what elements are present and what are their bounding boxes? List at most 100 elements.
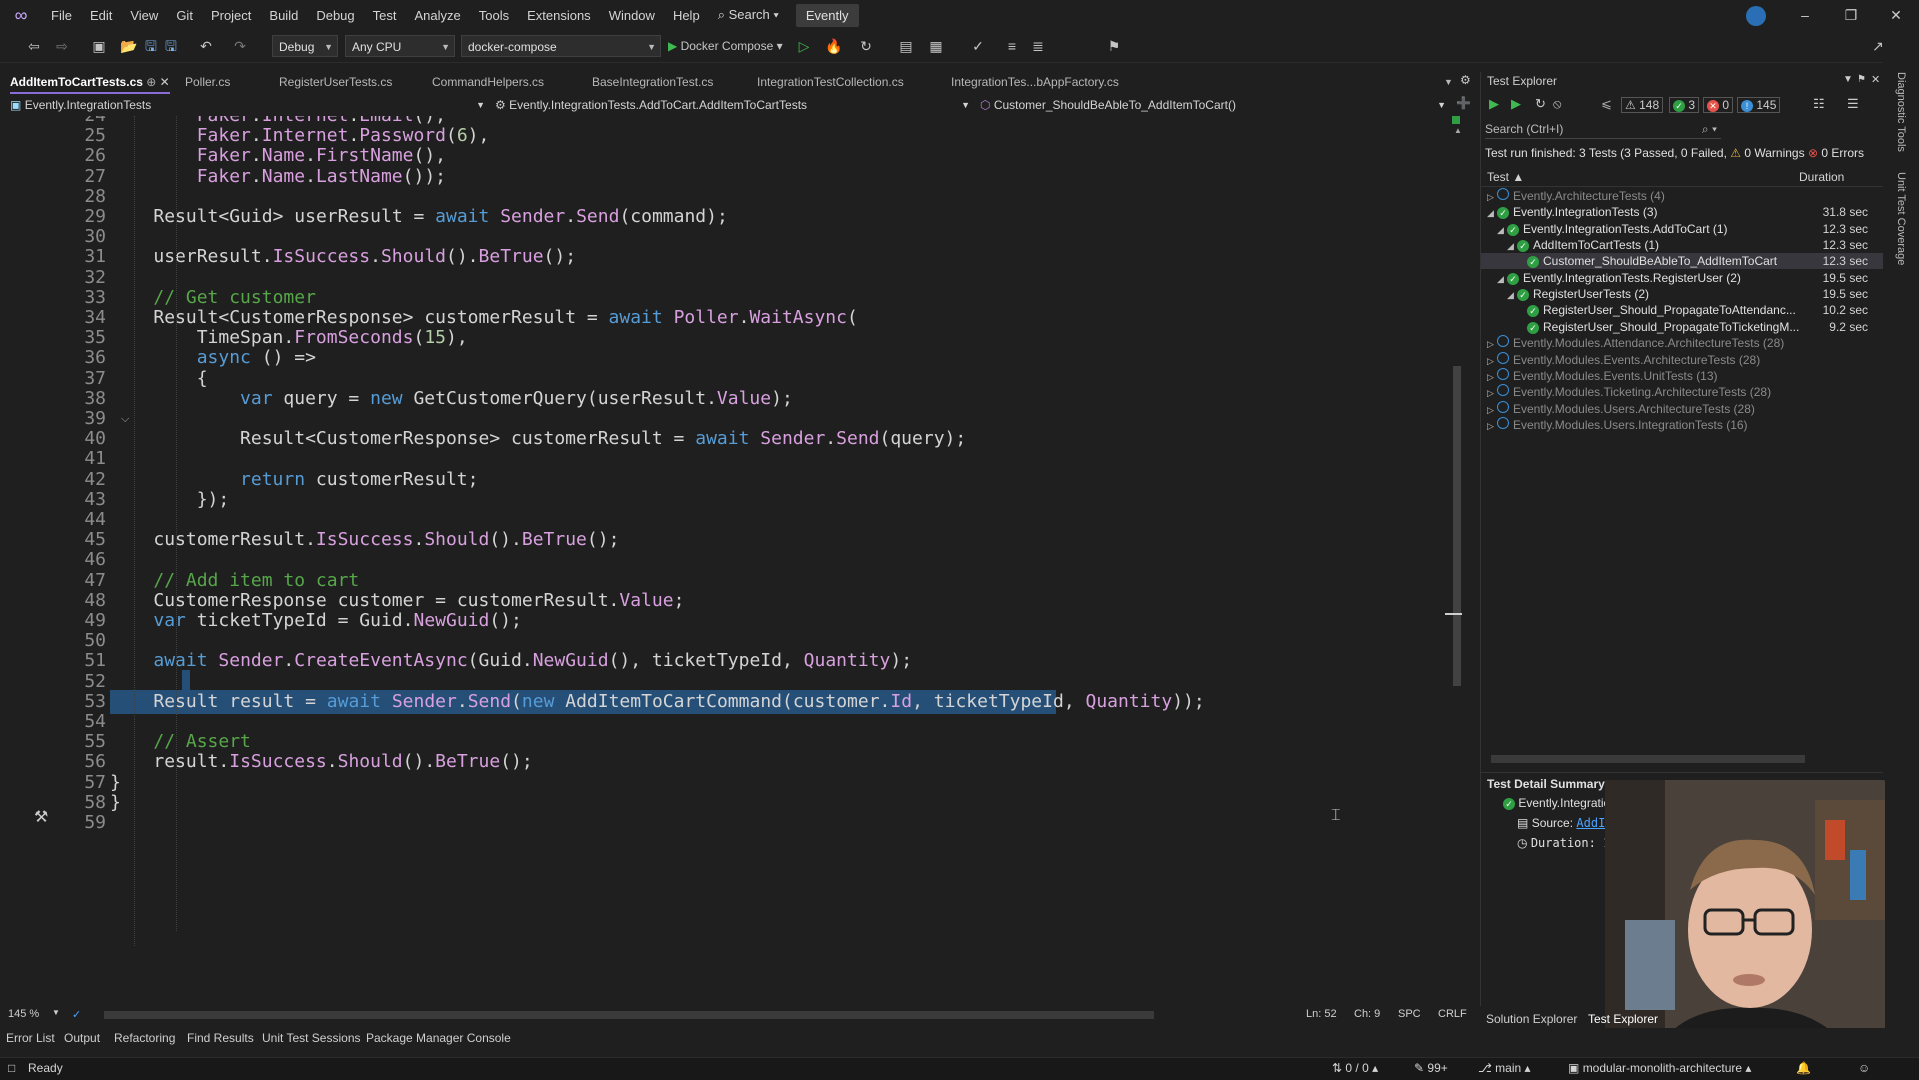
test-tree-row[interactable]: ◢ ✓ Evently.IntegrationTests (3) 31.8 sec [1481, 204, 1884, 220]
expanded-chevron-icon[interactable]: ◢ [1487, 205, 1497, 221]
quick-actions-hammer-icon[interactable]: ⚒ [34, 807, 48, 827]
expanded-chevron-icon[interactable]: ◢ [1497, 271, 1507, 287]
errors-text[interactable]: 0 Errors [1821, 146, 1864, 160]
total-tests-badge[interactable]: ⚠ 148 [1621, 97, 1664, 113]
split-icon[interactable]: ➕ [1456, 96, 1471, 110]
health-icon[interactable]: ✓ [72, 1008, 81, 1021]
close-panel-icon[interactable]: ✕ [1871, 73, 1880, 86]
test-tree-row[interactable]: ▷ Evently.Modules.Ticketing.ArchitectureT… [1481, 384, 1884, 400]
tab-baseintegrationtest[interactable]: BaseIntegrationTest.cs [592, 72, 713, 92]
test-tree-row[interactable]: ◢ ✓ RegisterUserTests (2) 19.5 sec [1481, 286, 1884, 302]
collapsed-chevron-icon[interactable]: ▷ [1487, 385, 1497, 401]
back-icon[interactable]: ⇦ [20, 36, 48, 56]
test-tree-row[interactable]: ▷ Evently.Modules.Events.UnitTests (13) [1481, 367, 1884, 385]
menu-extensions[interactable]: Extensions [518, 8, 600, 23]
scroll-up-icon[interactable]: ▲ [1454, 126, 1462, 135]
settings-gear-icon[interactable]: ⚙ [1460, 73, 1471, 87]
menu-test[interactable]: Test [364, 8, 406, 23]
feedback-icon[interactable]: ☺ [1858, 1061, 1870, 1075]
test-tree-row[interactable]: ✓ RegisterUser_Should_PropagateToTicketin… [1481, 319, 1884, 335]
expanded-chevron-icon[interactable]: ◢ [1507, 238, 1517, 254]
playlist-icon[interactable]: ☷ [1813, 96, 1825, 112]
test-tree-row[interactable]: ◢ ✓ AddItemToCartTests (1) 12.3 sec [1481, 237, 1884, 253]
member-dropdown[interactable]: ⬡ Customer_ShouldBeAbleTo_AddItemToCart(… [980, 96, 1446, 114]
column-duration[interactable]: Duration [1799, 170, 1844, 184]
pin-icon[interactable]: ⊕ [146, 75, 156, 89]
search-icon[interactable]: ⌕ ▾ [1702, 120, 1717, 138]
project-dropdown[interactable]: ▣ Evently.IntegrationTests ▼ [10, 96, 485, 114]
open-icon[interactable]: 📂 [120, 36, 138, 56]
menu-window[interactable]: Window [600, 8, 664, 23]
test-tree-row[interactable]: ▷ Evently.Modules.Users.IntegrationTests … [1481, 416, 1884, 434]
tab-list-dropdown-icon[interactable]: ▼ [1444, 72, 1453, 92]
menu-view[interactable]: View [121, 8, 167, 23]
start-without-debug-icon[interactable]: ▷ [796, 36, 812, 56]
bookmark-icon[interactable]: ⚑ [1106, 36, 1122, 56]
collapsed-chevron-icon[interactable]: ▷ [1487, 402, 1497, 418]
close-window-icon[interactable]: ✕ [1873, 0, 1919, 30]
restore-icon[interactable]: ❐ [1828, 0, 1874, 30]
tab-commandhelpers[interactable]: CommandHelpers.cs [432, 72, 544, 92]
layout-icon[interactable]: ▦ [926, 36, 946, 56]
menu-edit[interactable]: Edit [81, 8, 121, 23]
test-tree-row[interactable]: ✓ RegisterUser_Should_PropagateToAttendan… [1481, 302, 1884, 318]
zoom-dropdown-icon[interactable]: ▼ [52, 1008, 60, 1017]
collapsed-chevron-icon[interactable]: ▷ [1487, 336, 1497, 352]
save-all-icon[interactable]: 🖫 [162, 36, 180, 56]
menu-debug[interactable]: Debug [307, 8, 363, 23]
test-tree-row[interactable]: ▷ Evently.ArchitectureTests (4) [1481, 188, 1884, 204]
collapse-chevron-icon[interactable]: ⌵ [121, 414, 132, 425]
column-test[interactable]: Test ▲ [1487, 170, 1524, 184]
scrollbar-thumb[interactable] [1453, 366, 1461, 686]
class-dropdown[interactable]: ⚙ Evently.IntegrationTests.AddToCart.Add… [495, 96, 970, 114]
outdent-icon[interactable]: ≡ [1004, 36, 1020, 56]
collapsed-chevron-icon[interactable]: ▷ [1487, 369, 1497, 385]
git-changes[interactable]: ⇅ 0 / 0 ▴ [1332, 1061, 1378, 1075]
notrun-tests-badge[interactable]: ! 145 [1737, 97, 1781, 113]
horizontal-scrollbar[interactable] [104, 1011, 1154, 1019]
tab-integrationtestcollection[interactable]: IntegrationTestCollection.cs [757, 72, 904, 92]
tab-package-manager-console[interactable]: Package Manager Console [366, 1031, 511, 1045]
menu-file[interactable]: File [42, 8, 81, 23]
minimize-icon[interactable]: – [1782, 0, 1828, 30]
tab-error-list[interactable]: Error List [6, 1031, 55, 1045]
pending-edits[interactable]: ✎ 99+ [1414, 1061, 1448, 1075]
collapsed-chevron-icon[interactable]: ▷ [1487, 418, 1497, 434]
run-icon[interactable]: ▶ [1511, 96, 1521, 112]
passed-tests-badge[interactable]: ✓ 3 [1669, 97, 1700, 113]
test-tree-row[interactable]: ▷ Evently.Modules.Users.ArchitectureTests… [1481, 400, 1884, 418]
run-button[interactable]: ▶ Docker Compose ▾ [668, 36, 788, 56]
tab-unit-test-sessions[interactable]: Unit Test Sessions [262, 1031, 361, 1045]
group-by-icon[interactable]: ☰ [1847, 96, 1859, 112]
filter-icon[interactable]: ⩽ [1601, 96, 1612, 112]
expanded-chevron-icon[interactable]: ◢ [1497, 222, 1507, 238]
whitespace-mode[interactable]: SPC [1398, 1008, 1421, 1020]
expanded-chevron-icon[interactable]: ◢ [1507, 287, 1517, 303]
browser-icon[interactable]: ▤ [898, 36, 914, 56]
save-icon[interactable]: 🖫 [142, 36, 160, 56]
test-tree-row[interactable]: ▷ Evently.Modules.Events.ArchitectureTest… [1481, 351, 1884, 368]
failed-tests-badge[interactable]: ✕ 0 [1703, 97, 1734, 113]
solution-name-badge[interactable]: Evently [795, 3, 859, 27]
tree-horizontal-scrollbar[interactable] [1491, 755, 1805, 763]
cancel-run-icon[interactable]: ⦸ [1553, 96, 1561, 112]
pin-panel-icon[interactable]: ⚑ [1857, 74, 1866, 85]
tab-additemtocarttests[interactable]: AddItemToCartTests.cs ⊕ ✕ [10, 72, 170, 94]
undo-icon[interactable]: ↶ [196, 36, 216, 56]
menu-tools[interactable]: Tools [470, 8, 518, 23]
unit-test-coverage-tab[interactable]: Unit Test Coverage [1895, 172, 1907, 265]
test-tree-row[interactable]: ✓ Customer_ShouldBeAbleTo_AddItemToCart 12… [1481, 253, 1884, 270]
platform-select[interactable]: Any CPU ▼ [345, 35, 455, 57]
code-editor[interactable]: 24 Faker.Internet.Email(),25 Faker.Inter… [0, 116, 1462, 1006]
test-search-input[interactable]: Search (Ctrl+I) ⌕ ▾ [1485, 120, 1721, 139]
menu-project[interactable]: Project [202, 8, 260, 23]
close-tab-icon[interactable]: ✕ [160, 75, 170, 89]
tab-refactoring[interactable]: Refactoring [114, 1031, 175, 1045]
line-ending[interactable]: CRLF [1438, 1008, 1467, 1020]
warnings-text[interactable]: 0 Warnings [1744, 146, 1804, 160]
refresh-icon[interactable]: ↻ [856, 36, 876, 56]
zoom-level[interactable]: 145 % [8, 1008, 39, 1020]
menu-build[interactable]: Build [260, 8, 307, 23]
vertical-scrollbar[interactable]: ▲ [1445, 126, 1462, 996]
menu-analyze[interactable]: Analyze [405, 8, 469, 23]
